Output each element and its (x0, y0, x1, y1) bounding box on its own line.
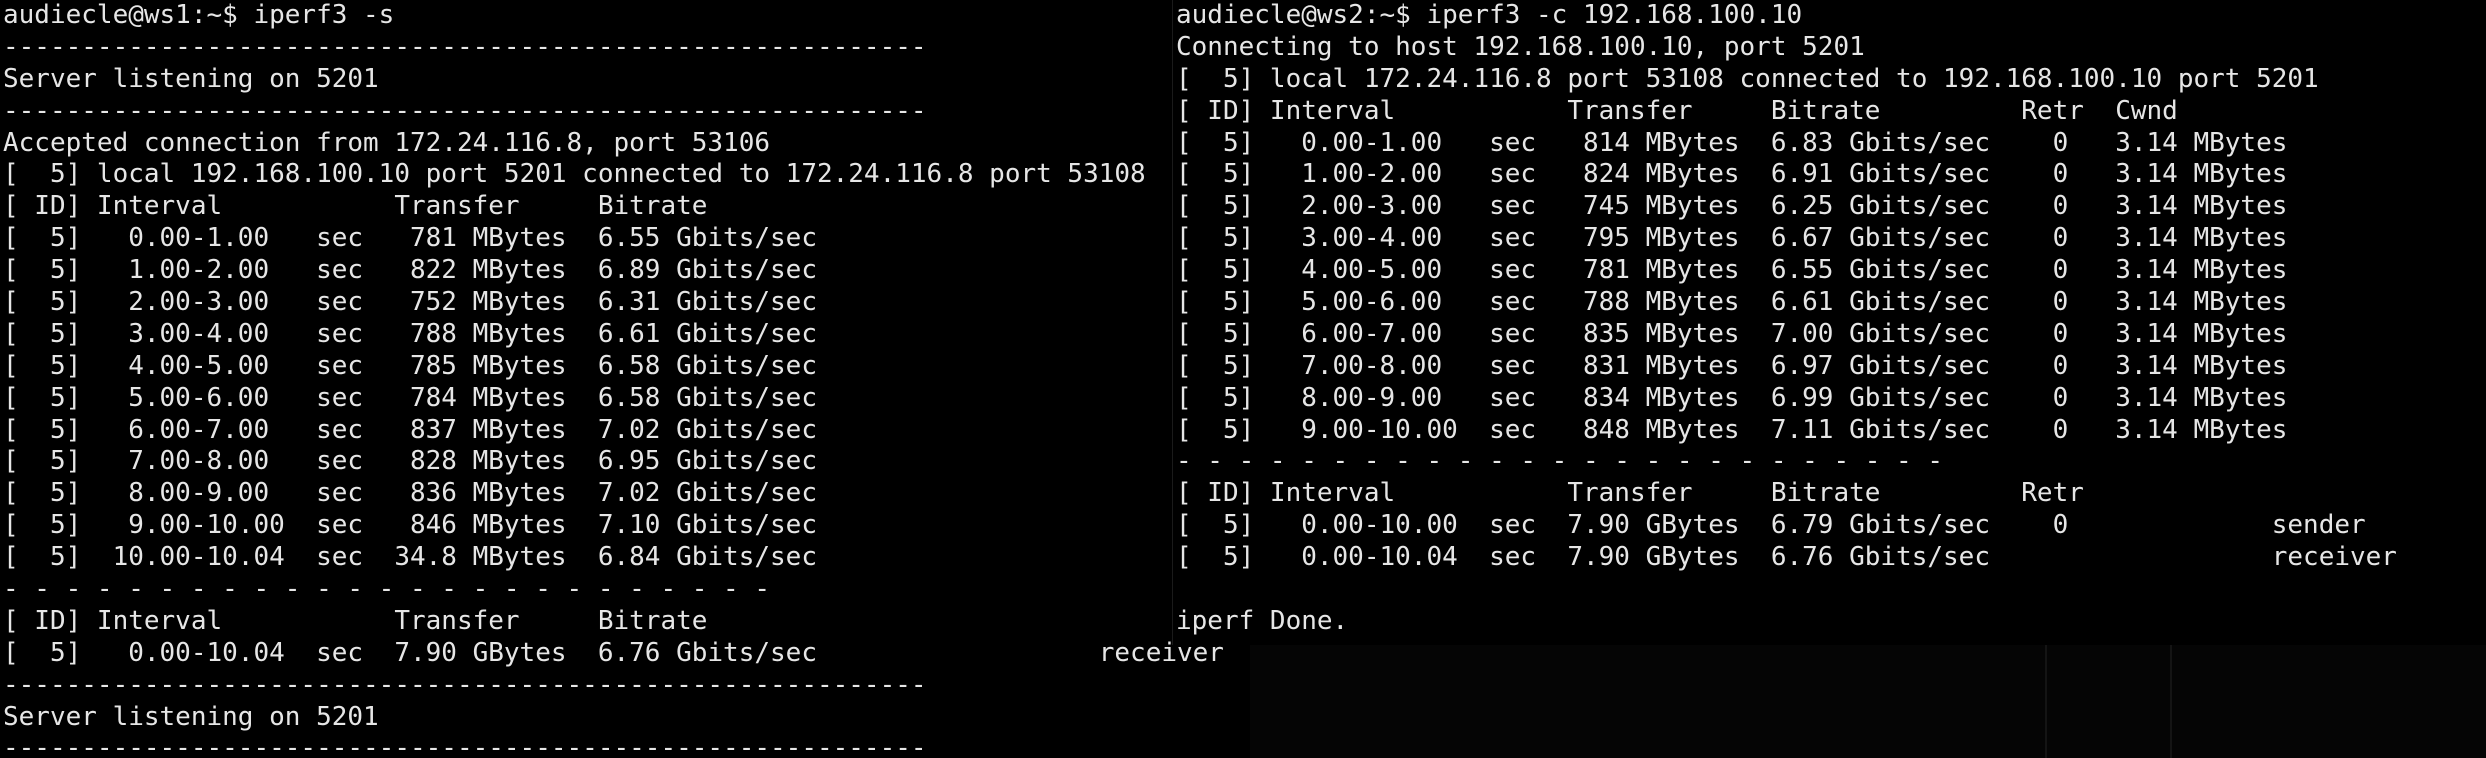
terminal-line: [ 5] 6.00-7.00 sec 835 MBytes 7.00 Gbits… (1176, 318, 2288, 349)
terminal-line: [ 5] 3.00-4.00 sec 795 MBytes 6.67 Gbits… (1176, 223, 2288, 254)
terminal-line: [ 5] 8.00-9.00 sec 834 MBytes 6.99 Gbits… (1176, 382, 2288, 413)
terminal-line: [ 5] 2.00-3.00 sec 745 MBytes 6.25 Gbits… (1176, 191, 2288, 222)
terminal-line: ----------------------------------------… (3, 733, 927, 758)
server-terminal[interactable]: audiecle@ws1:~$ iperf3 -s ---------------… (0, 0, 1250, 758)
terminal-line: [ 5] 1.00-2.00 sec 822 MBytes 6.89 Gbits… (3, 255, 817, 286)
terminal-line: [ ID] Interval Transfer Bitrate (3, 605, 708, 636)
terminal-line: Server listening on 5201 (3, 63, 379, 94)
terminal-line: ----------------------------------------… (3, 669, 927, 700)
terminal-line: ----------------------------------------… (3, 95, 927, 126)
terminal-line: [ ID] Interval Transfer Bitrate Retr (1176, 478, 2084, 509)
terminal-line: [ 5] 0.00-10.04 sec 7.90 GBytes 6.76 Gbi… (3, 637, 1224, 668)
terminal-line: [ 5] 9.00-10.00 sec 848 MBytes 7.11 Gbit… (1176, 414, 2288, 445)
terminal-line: [ 5] 3.00-4.00 sec 788 MBytes 6.61 Gbits… (3, 318, 817, 349)
terminal-line: ----------------------------------------… (3, 31, 927, 62)
panel-divider (2045, 645, 2047, 758)
terminal-line: [ 5] local 172.24.116.8 port 53108 conne… (1176, 63, 2319, 94)
terminal-line: [ 5] 7.00-8.00 sec 831 MBytes 6.97 Gbits… (1176, 350, 2288, 381)
terminal-line: Connecting to host 192.168.100.10, port … (1176, 31, 1865, 62)
terminal-line: [ ID] Interval Transfer Bitrate Retr Cwn… (1176, 95, 2178, 126)
terminal-line: Accepted connection from 172.24.116.8, p… (3, 127, 771, 158)
terminal-line: audiecle@ws1:~$ iperf3 -s (3, 0, 395, 30)
terminal-line: [ 5] 0.00-10.00 sec 7.90 GBytes 6.79 Gbi… (1176, 510, 2366, 541)
terminal-line: - - - - - - - - - - - - - - - - - - - - … (1176, 446, 1944, 477)
terminal-line: Server listening on 5201 (3, 701, 379, 732)
terminal-line: [ 5] 9.00-10.00 sec 846 MBytes 7.10 Gbit… (3, 510, 817, 541)
terminal-line: [ 5] 0.00-1.00 sec 814 MBytes 6.83 Gbits… (1176, 127, 2288, 158)
terminal-line: [ 5] 7.00-8.00 sec 828 MBytes 6.95 Gbits… (3, 446, 817, 477)
terminal-line: [ 5] 6.00-7.00 sec 837 MBytes 7.02 Gbits… (3, 414, 817, 445)
terminal-line: [ 5] 0.00-10.04 sec 7.90 GBytes 6.76 Gbi… (1176, 542, 2397, 573)
terminal-line: [ 5] 4.00-5.00 sec 785 MBytes 6.58 Gbits… (3, 350, 817, 381)
terminal-line: [ 5] 5.00-6.00 sec 784 MBytes 6.58 Gbits… (3, 382, 817, 413)
terminal-line: [ 5] 0.00-1.00 sec 781 MBytes 6.55 Gbits… (3, 223, 817, 254)
terminal-line: [ 5] 8.00-9.00 sec 836 MBytes 7.02 Gbits… (3, 478, 817, 509)
terminal-line: audiecle@ws2:~$ iperf3 -c 192.168.100.10 (1176, 0, 1803, 30)
terminal-line: [ 5] 4.00-5.00 sec 781 MBytes 6.55 Gbits… (1176, 255, 2288, 286)
terminal-line: [ ID] Interval Transfer Bitrate (3, 191, 708, 222)
client-terminal[interactable]: audiecle@ws2:~$ iperf3 -c 192.168.100.10… (1172, 0, 2486, 645)
desktop-background (1250, 645, 2486, 758)
terminal-line: [ 5] 1.00-2.00 sec 824 MBytes 6.91 Gbits… (1176, 159, 2288, 190)
terminal-line: [ 5] 10.00-10.04 sec 34.8 MBytes 6.84 Gb… (3, 542, 817, 573)
terminal-line: - - - - - - - - - - - - - - - - - - - - … (3, 574, 771, 605)
terminal-line: iperf Done. (1176, 605, 1349, 636)
panel-divider (2170, 645, 2172, 758)
terminal-line: [ 5] 5.00-6.00 sec 788 MBytes 6.61 Gbits… (1176, 287, 2288, 318)
terminal-line: [ 5] 2.00-3.00 sec 752 MBytes 6.31 Gbits… (3, 287, 817, 318)
terminal-line: [ 5] local 192.168.100.10 port 5201 conn… (3, 159, 1146, 190)
